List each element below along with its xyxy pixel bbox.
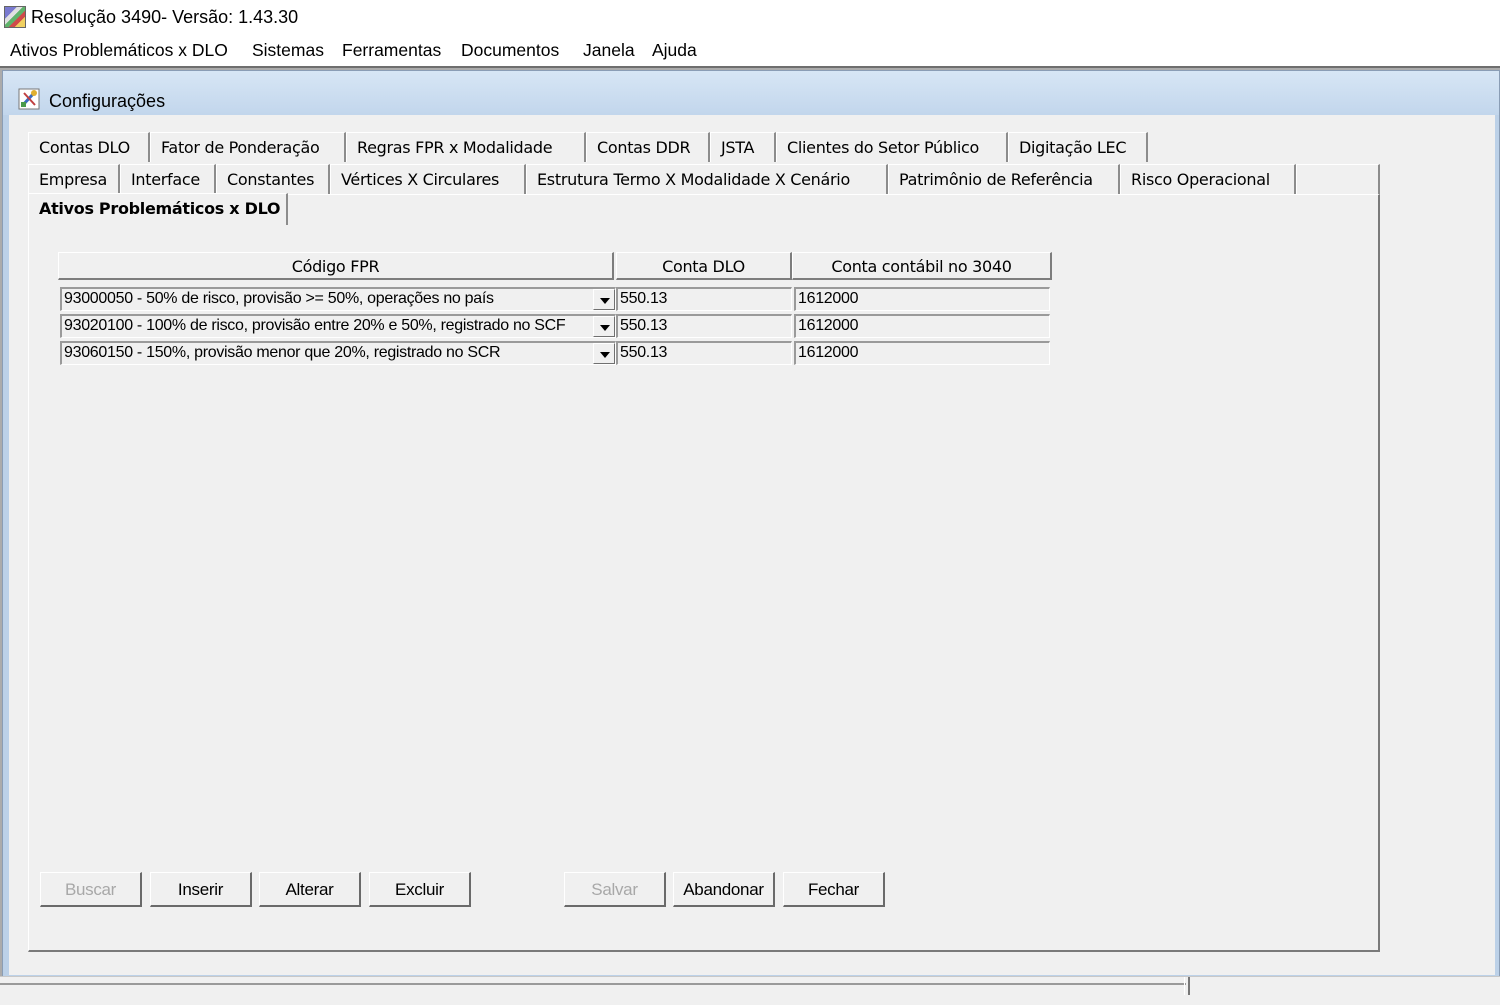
menu-sistemas[interactable]: Sistemas [252,40,324,61]
header-conta-contabil-3040: Conta contábil no 3040 [792,252,1052,280]
tab-constantes[interactable]: Constantes [216,164,330,194]
conta-contabil-field[interactable]: 1612000 [794,314,1050,338]
conta-contabil-field[interactable]: 1612000 [794,341,1050,365]
codigo-fpr-value: 93000050 - 50% de risco, provisão >= 50%… [64,290,494,307]
app-title: Resolução 3490- Versão: 1.43.30 [31,7,299,27]
tab-row2-filler [1296,164,1380,194]
conta-dlo-field[interactable]: 550.13 [616,314,792,338]
tab-interface[interactable]: Interface [120,164,216,194]
header-conta-dlo: Conta DLO [616,252,792,280]
abandonar-button[interactable]: Abandonar [673,872,775,907]
menu-janela[interactable]: Janela [583,40,635,61]
tab-contas-dlo[interactable]: Contas DLO [28,132,150,162]
conta-dlo-field[interactable]: 550.13 [616,341,792,365]
splitter-handle[interactable] [1184,977,1190,995]
app-icon [4,6,26,28]
salvar-button[interactable]: Salvar [564,872,666,907]
tab-empresa[interactable]: Empresa [28,164,120,194]
menu-documentos[interactable]: Documentos [461,40,559,61]
conta-dlo-field[interactable]: 550.13 [616,287,792,311]
menu-ajuda[interactable]: Ajuda [652,40,697,61]
codigo-fpr-value: 93020100 - 100% de risco, provisão entre… [64,317,566,334]
tab-estrutura-termo-modalidade-cenario[interactable]: Estrutura Termo X Modalidade X Cenário [526,164,888,194]
tab-digitacao-lec[interactable]: Digitação LEC [1008,132,1148,162]
tab-contas-ddr[interactable]: Contas DDR [586,132,710,162]
tab-ativos-problematicos-x-dlo[interactable]: Ativos Problemáticos x DLO [28,193,288,225]
codigo-fpr-combo[interactable]: 93020100 - 100% de risco, provisão entre… [60,314,616,338]
alterar-button[interactable]: Alterar [259,872,361,907]
tab-regras-fpr-x-modalidade[interactable]: Regras FPR x Modalidade [346,132,586,162]
menu-ativos-problematicos[interactable]: Ativos Problemáticos x DLO [10,40,228,61]
tab-risco-operacional[interactable]: Risco Operacional [1120,164,1296,194]
chevron-down-icon[interactable] [593,343,615,364]
codigo-fpr-value: 93060150 - 150%, provisão menor que 20%,… [64,344,501,361]
window-title: Configurações [49,91,166,111]
settings-tools-icon [18,88,40,110]
menu-ferramentas[interactable]: Ferramentas [342,40,441,61]
app-title-bar: Resolução 3490- Versão: 1.43.30 [0,0,1500,36]
tab-jsta[interactable]: JSTA [710,132,776,162]
buscar-button[interactable]: Buscar [40,872,142,907]
tab-clientes-do-setor-publico[interactable]: Clientes do Setor Público [776,132,1008,162]
splitter-bar [0,979,1186,985]
inserir-button[interactable]: Inserir [150,872,252,907]
tab-vertices-x-circulares[interactable]: Vértices X Circulares [330,164,526,194]
fechar-button[interactable]: Fechar [783,872,885,907]
chevron-down-icon[interactable] [593,289,615,310]
status-strip [0,976,1500,1005]
tab-fator-de-ponderacao[interactable]: Fator de Ponderação [150,132,346,162]
codigo-fpr-combo[interactable]: 93060150 - 150%, provisão menor que 20%,… [60,341,616,365]
chevron-down-icon[interactable] [593,316,615,337]
tab-patrimonio-de-referencia[interactable]: Patrimônio de Referência [888,164,1120,194]
conta-contabil-field[interactable]: 1612000 [794,287,1050,311]
header-codigo-fpr: Código FPR [58,252,614,280]
menu-bar: Ativos Problemáticos x DLO Sistemas Ferr… [0,36,1500,64]
window-caption[interactable]: Configurações [3,71,1499,115]
excluir-button[interactable]: Excluir [369,872,471,907]
codigo-fpr-combo[interactable]: 93000050 - 50% de risco, provisão >= 50%… [60,287,616,311]
